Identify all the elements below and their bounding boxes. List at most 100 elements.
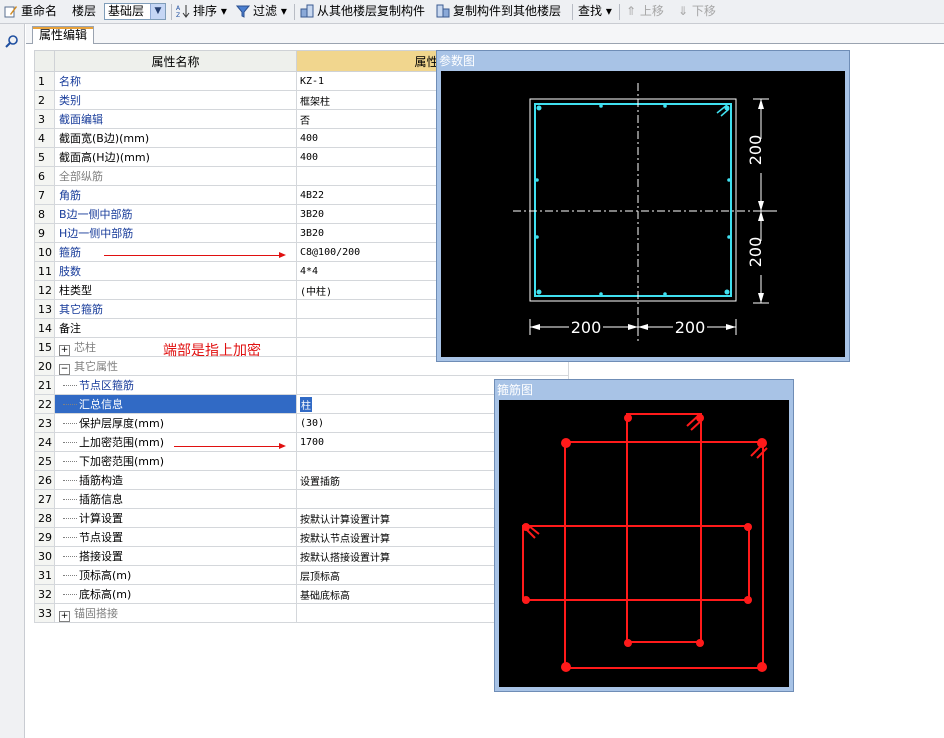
stirrup-lines bbox=[522, 413, 764, 669]
property-value-label: 400 bbox=[300, 151, 319, 163]
property-name-cell[interactable]: 下加密范围(mm) bbox=[54, 451, 297, 471]
property-name-cell[interactable]: 柱类型 bbox=[54, 280, 297, 300]
property-name-cell[interactable]: H边一侧中部筋 bbox=[54, 223, 297, 243]
property-name-cell[interactable]: 截面宽(B边)(mm) bbox=[54, 128, 297, 148]
property-name-cell[interactable]: 其它箍筋 bbox=[54, 299, 297, 319]
property-name-cell[interactable]: 角筋 bbox=[54, 185, 297, 205]
property-name-cell[interactable]: 截面高(H边)(mm) bbox=[54, 147, 297, 167]
property-name-header[interactable]: 属性名称 bbox=[54, 50, 297, 72]
row-number: 15 bbox=[34, 337, 55, 357]
stirrup-drawing-panel[interactable]: 箍筋图 bbox=[494, 379, 794, 692]
sort-button[interactable]: A Z 排序 ▾ bbox=[176, 3, 227, 20]
toolbar-divider bbox=[294, 4, 295, 20]
table-row[interactable]: 26 插筋构造 设置插筋 bbox=[34, 470, 569, 490]
property-name-cell[interactable]: 箍筋 bbox=[54, 242, 297, 262]
row-number: 4 bbox=[34, 128, 55, 148]
left-strip bbox=[0, 24, 25, 738]
row-number: 33 bbox=[34, 603, 55, 623]
copy-from-floor-button[interactable]: 从其他楼层复制构件 bbox=[300, 3, 425, 20]
row-number: 28 bbox=[34, 508, 55, 528]
table-row[interactable]: 27 插筋信息 bbox=[34, 489, 569, 509]
property-name-cell[interactable]: 类别 bbox=[54, 90, 297, 110]
arrow-up-icon: ⇑ bbox=[626, 4, 637, 18]
value-edit-cursor: 柱 bbox=[300, 396, 312, 412]
property-name-cell[interactable]: B边一侧中部筋 bbox=[54, 204, 297, 224]
property-name-cell[interactable]: 截面编辑 bbox=[54, 109, 297, 129]
table-row[interactable]: 22 汇总信息 柱 bbox=[34, 394, 569, 414]
find-button[interactable]: 查找 ▾ bbox=[578, 3, 612, 20]
copy-to-floor-button[interactable]: 复制构件到其他楼层 bbox=[436, 3, 561, 20]
property-value-label: 否 bbox=[300, 115, 310, 127]
tree-connector bbox=[63, 499, 77, 500]
property-name-label: 插筋信息 bbox=[79, 493, 123, 506]
arrow-down-icon: ⇓ bbox=[678, 4, 689, 18]
property-name-cell[interactable]: + 锚固搭接 bbox=[54, 603, 297, 623]
row-number: 9 bbox=[34, 223, 55, 243]
property-name-label: 底标高(m) bbox=[79, 588, 132, 601]
row-number-header bbox=[34, 50, 55, 72]
row-number: 20 bbox=[34, 356, 55, 376]
property-name-cell[interactable]: 插筋信息 bbox=[54, 489, 297, 509]
rename-button[interactable]: 重命名 bbox=[4, 3, 57, 20]
row-number: 22 bbox=[34, 394, 55, 414]
table-row[interactable]: 23 保护层厚度(mm) (30) bbox=[34, 413, 569, 433]
property-value-label: 3B20 bbox=[300, 208, 325, 220]
row-number: 24 bbox=[34, 432, 55, 452]
property-name-cell[interactable]: 节点区箍筋 bbox=[54, 375, 297, 395]
property-name-cell[interactable]: 汇总信息 bbox=[54, 394, 297, 414]
expand-icon[interactable]: + bbox=[59, 610, 70, 622]
dimension-label: 200 bbox=[675, 318, 706, 337]
property-value-label: 4B22 bbox=[300, 189, 325, 201]
chevron-down-icon[interactable]: ▼ bbox=[150, 4, 165, 19]
property-name-label: 角筋 bbox=[59, 189, 81, 202]
property-name-cell[interactable]: 计算设置 bbox=[54, 508, 297, 528]
property-name-label: 柱类型 bbox=[59, 284, 92, 297]
copy-floor-icon bbox=[300, 4, 314, 18]
table-row[interactable]: 33 + 锚固搭接 bbox=[34, 603, 569, 623]
table-row[interactable]: 24 上加密范围(mm) 1700 bbox=[34, 432, 569, 452]
property-name-label: 搭接设置 bbox=[79, 550, 123, 563]
property-name-cell[interactable]: 上加密范围(mm) bbox=[54, 432, 297, 452]
property-name-cell[interactable]: 节点设置 bbox=[54, 527, 297, 547]
row-number: 10 bbox=[34, 242, 55, 262]
property-name-cell[interactable]: 插筋构造 bbox=[54, 470, 297, 490]
row-number: 7 bbox=[34, 185, 55, 205]
toolbar-divider bbox=[619, 4, 620, 20]
filter-button[interactable]: 过滤 ▾ bbox=[236, 3, 287, 20]
row-number: 29 bbox=[34, 527, 55, 547]
table-row[interactable]: 31 顶标高(m) 层顶标高 bbox=[34, 565, 569, 585]
tab-property-edit[interactable]: 属性编辑 bbox=[32, 26, 95, 44]
search-icon[interactable] bbox=[5, 34, 19, 48]
expand-icon[interactable]: + bbox=[59, 344, 70, 356]
property-name-label: 全部纵筋 bbox=[59, 170, 103, 183]
stirrup-outline bbox=[534, 103, 732, 297]
table-row[interactable]: 28 计算设置 按默认计算设置计算 bbox=[34, 508, 569, 528]
floor-select[interactable]: 基础层 ▼ bbox=[104, 3, 166, 20]
move-down-button[interactable]: ⇓ 下移 bbox=[678, 3, 716, 20]
property-name-cell[interactable]: 保护层厚度(mm) bbox=[54, 413, 297, 433]
property-name-cell[interactable]: 肢数 bbox=[54, 261, 297, 281]
toolbar: 重命名 楼层 基础层 ▼ A Z 排序 ▾ 过滤 ▾ 从其他楼层复制构件 复制构件到… bbox=[0, 0, 944, 24]
table-row[interactable]: 32 底标高(m) 基础底标高 bbox=[34, 584, 569, 604]
move-up-button[interactable]: ⇑ 上移 bbox=[626, 3, 664, 20]
row-number: 2 bbox=[34, 90, 55, 110]
param-drawing-title: 参数图 bbox=[439, 54, 476, 68]
stirrup-hooks bbox=[524, 414, 768, 539]
param-drawing-panel[interactable]: 参数图 200 200 200 200 bbox=[436, 50, 850, 362]
property-name-cell[interactable]: 备注 bbox=[54, 318, 297, 338]
table-row[interactable]: 21 节点区箍筋 bbox=[34, 375, 569, 395]
property-name-cell[interactable]: 名称 bbox=[54, 71, 297, 91]
table-row[interactable]: 30 搭接设置 按默认搭接设置计算 bbox=[34, 546, 569, 566]
table-row[interactable]: 25 下加密范围(mm) bbox=[34, 451, 569, 471]
collapse-icon[interactable]: − bbox=[59, 363, 70, 375]
property-name-cell[interactable]: 全部纵筋 bbox=[54, 166, 297, 186]
property-name-cell[interactable]: 底标高(m) bbox=[54, 584, 297, 604]
property-name-cell[interactable]: 顶标高(m) bbox=[54, 565, 297, 585]
svg-text:Z: Z bbox=[176, 12, 180, 18]
row-number: 25 bbox=[34, 451, 55, 471]
annotation-text: 端部是指上加密 bbox=[163, 343, 261, 359]
table-row[interactable]: 29 节点设置 按默认节点设置计算 bbox=[34, 527, 569, 547]
property-name-cell[interactable]: 搭接设置 bbox=[54, 546, 297, 566]
property-name-label: 其它属性 bbox=[74, 359, 118, 373]
rebar-dots bbox=[535, 104, 731, 296]
